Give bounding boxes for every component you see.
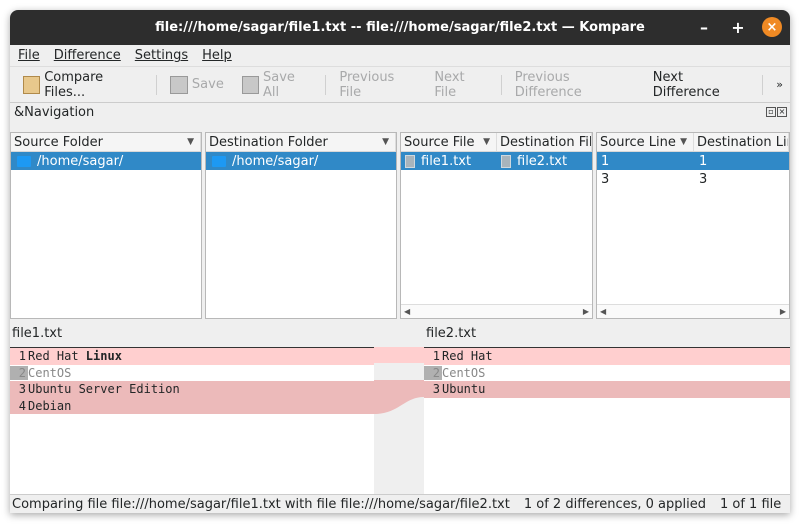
files-pane: Source File ▼ Destination Fil file1.txt fi… (400, 132, 593, 319)
toolbar-separator (325, 74, 327, 95)
previous-difference-button[interactable]: Previous Difference (508, 70, 642, 100)
save-icon (169, 75, 188, 94)
maximize-button[interactable]: + (728, 18, 748, 37)
right-diff-view[interactable]: 1 Red Hat 2 CentOS 3 Ubuntu (424, 347, 790, 504)
diff-line: 3 Ubuntu (424, 381, 790, 398)
minimize-button[interactable]: – (694, 18, 714, 37)
diff-line: 3 Ubuntu Server Edition (10, 381, 374, 398)
horizontal-scrollbar[interactable]: ◀ ▶ (597, 304, 789, 318)
file-icon (405, 154, 415, 168)
source-file-header[interactable]: Source File ▼ (401, 133, 497, 151)
float-panel-icon[interactable]: ▫ (766, 107, 776, 117)
menu-file[interactable]: File (18, 48, 40, 63)
file-icon (501, 154, 511, 168)
toolbar-separator (155, 74, 157, 95)
destination-line-header[interactable]: Destination Lir (694, 133, 789, 151)
left-diff-view[interactable]: 1 Red Hat Linux 2 CentOS 3 Ubuntu Server Ed… (10, 347, 374, 504)
menu-help[interactable]: Help (202, 48, 232, 63)
destination-folder-pane: Destination Folder ▼ /home/sagar/ (205, 132, 397, 319)
status-comparing: Comparing file file:///home/sagar/file1.… (12, 496, 510, 512)
diff-line: 2 CentOS (424, 365, 790, 382)
list-item[interactable]: /home/sagar/ (11, 152, 201, 170)
source-line-header[interactable]: Source Line ▼ (597, 133, 694, 151)
diff-line: 2 CentOS (10, 365, 374, 382)
list-item[interactable]: /home/sagar/ (206, 152, 396, 170)
destination-file-header[interactable]: Destination Fil (497, 133, 592, 151)
toolbar: Compare Files... Save Save All Previous … (10, 67, 790, 103)
window-title: file:///home/sagar/file1.txt -- file:///… (155, 20, 645, 35)
lines-pane: Source Line ▼ Destination Lir 11 33 ◀ ▶ (596, 132, 790, 319)
navigation-panel-title: &Navigation ▫ × (14, 105, 787, 120)
kompare-window: file:///home/sagar/file1.txt -- file:///… (10, 10, 790, 513)
folder-icon (23, 75, 41, 94)
compare-files-button[interactable]: Compare Files... (16, 70, 150, 100)
save-all-button[interactable]: Save All (235, 70, 320, 100)
destination-folder-header[interactable]: Destination Folder ▼ (206, 133, 396, 151)
table-row[interactable]: 11 (597, 152, 789, 170)
menu-settings[interactable]: Settings (135, 48, 188, 63)
menu-difference[interactable]: Difference (54, 48, 121, 63)
diff-line: 1 Red Hat Linux (10, 348, 374, 365)
toolbar-separator (500, 74, 502, 95)
folder-icon (212, 155, 226, 167)
save-all-icon (241, 75, 259, 94)
next-file-button[interactable]: Next File (427, 70, 494, 100)
left-file-label: file1.txt (12, 326, 63, 341)
source-folder-header[interactable]: Source Folder ▼ (11, 133, 201, 151)
close-button[interactable]: × (762, 17, 782, 37)
toolbar-overflow-button[interactable]: » (769, 78, 790, 91)
table-row[interactable]: 33 (597, 170, 789, 188)
diff-line: 1 Red Hat (424, 348, 790, 365)
source-folder-pane: Source Folder ▼ /home/sagar/ (10, 132, 202, 319)
right-file-label: file2.txt (426, 326, 477, 341)
folder-icon (17, 155, 31, 167)
status-bar: Comparing file file:///home/sagar/file1.… (10, 494, 790, 513)
title-bar: file:///home/sagar/file1.txt -- file:///… (10, 10, 790, 45)
table-row[interactable]: file1.txt file2.txt (401, 152, 592, 170)
next-difference-button[interactable]: Next Difference (646, 70, 757, 100)
diff-line: 4 Debian (10, 397, 374, 414)
menu-bar: File Difference Settings Help (10, 45, 790, 67)
previous-file-button[interactable]: Previous File (332, 70, 423, 100)
toolbar-separator (762, 74, 764, 95)
close-panel-icon[interactable]: × (777, 107, 787, 117)
diff-connector (374, 347, 424, 504)
status-files: 1 of 1 file (719, 496, 782, 512)
status-differences: 1 of 2 differences, 0 applied (523, 496, 706, 512)
horizontal-scrollbar[interactable]: ◀ ▶ (401, 304, 592, 318)
save-button[interactable]: Save (163, 75, 231, 94)
